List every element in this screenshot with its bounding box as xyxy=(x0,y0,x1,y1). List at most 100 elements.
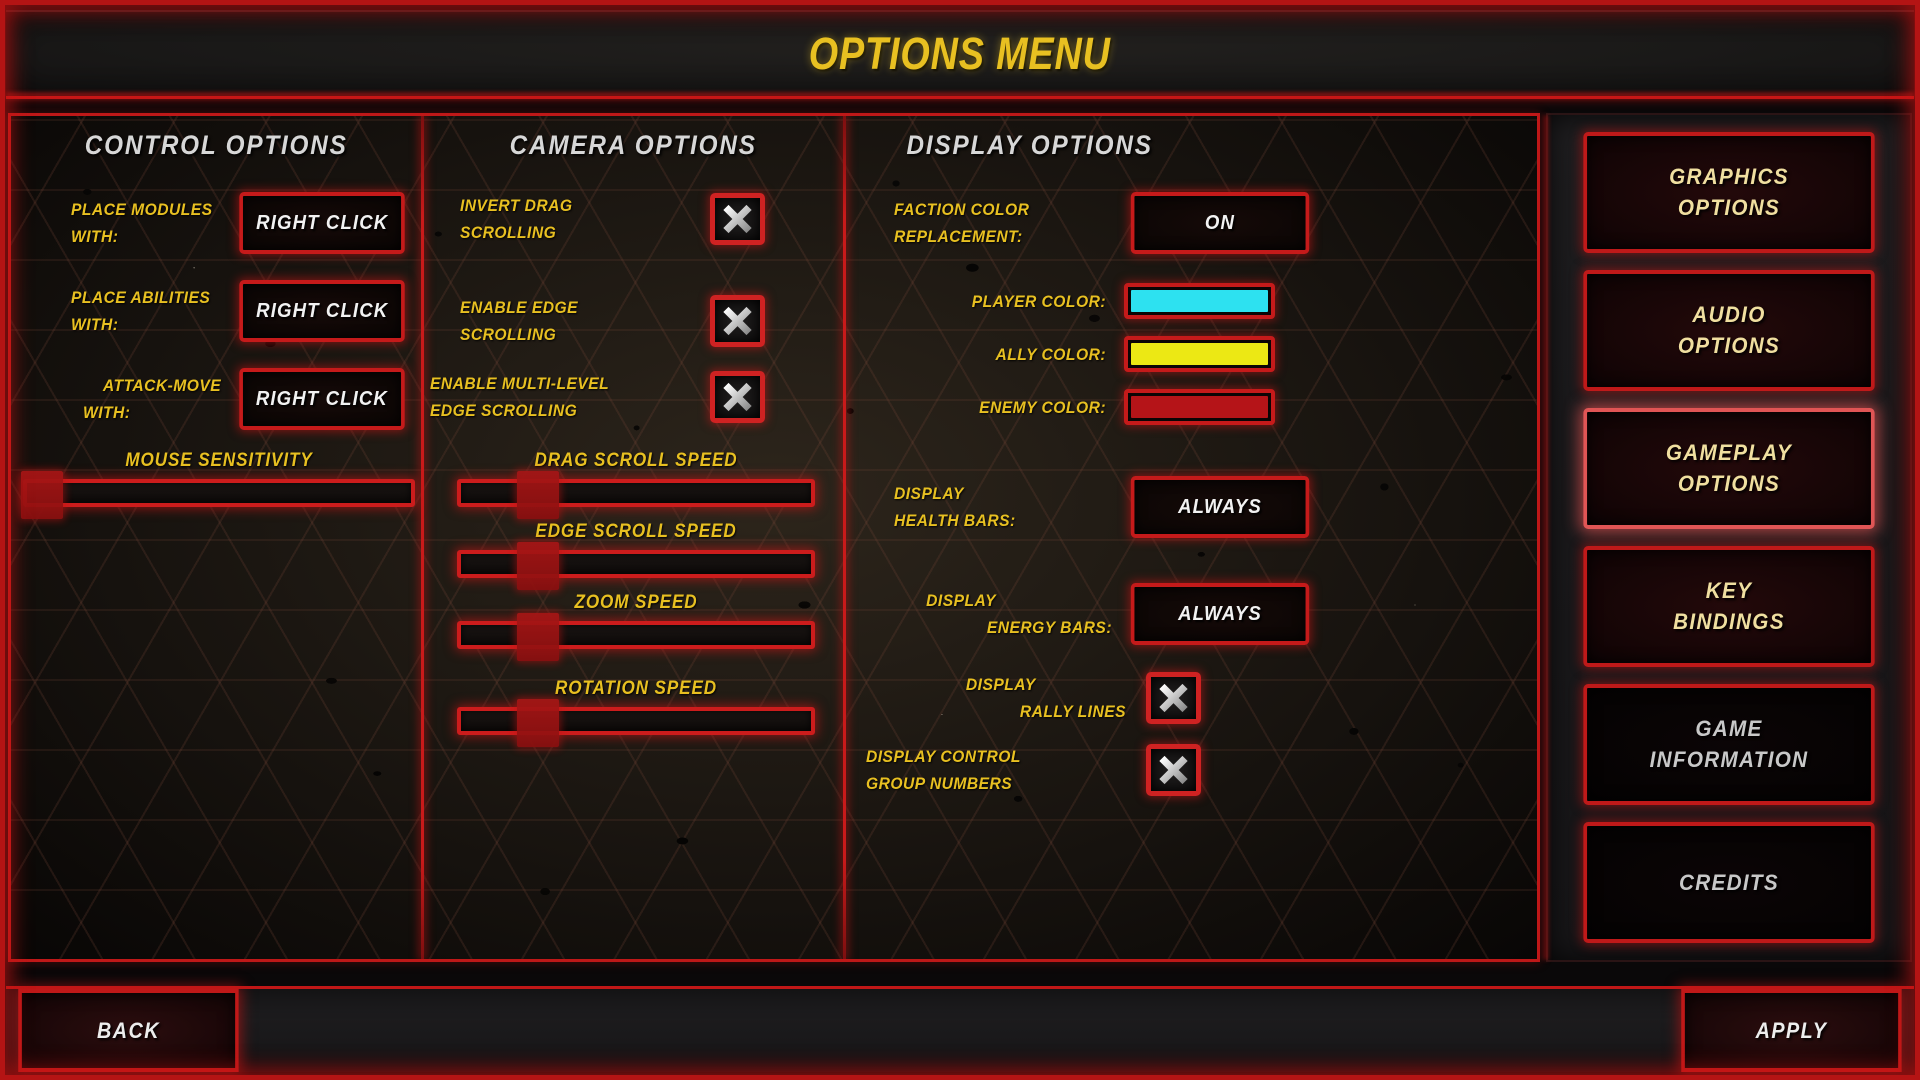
invert-drag-scrolling-row: INVERT DRAG SCROLLING xyxy=(460,192,806,246)
attack-move-label-line1: ATTACK-MOVE xyxy=(102,376,222,395)
ally-color-swatch-button[interactable] xyxy=(1123,336,1275,372)
edge-scroll-speed-slider-block: EDGE SCROLL SPEED xyxy=(457,521,816,590)
display-health-bars-label-line1: DISPLAY xyxy=(893,484,964,503)
control-options-header: CONTROL OPTIONS xyxy=(84,130,348,160)
attack-move-row: ATTACK-MOVE WITH: RIGHT CLICK xyxy=(71,368,411,430)
rotation-speed-label: ROTATION SPEED xyxy=(555,678,718,699)
display-rally-lines-label-line2: RALLY LINES xyxy=(1019,702,1126,721)
faction-color-replacement-value-button[interactable]: ON xyxy=(1130,192,1309,254)
sidebar-item-label-line1: KEY xyxy=(1705,578,1753,603)
ally-color-row: ALLY COLOR: xyxy=(894,336,1344,372)
sidebar-item-label-line2: BINDINGS xyxy=(1673,609,1785,634)
faction-color-replacement-label-line1: FACTION COLOR xyxy=(893,200,1030,219)
enemy-color-swatch-button[interactable] xyxy=(1123,389,1275,425)
options-content-panel: CONTROL OPTIONS PLACE MODULES WITH: RIGH… xyxy=(8,113,1540,962)
back-button[interactable]: BACK xyxy=(18,989,239,1072)
display-health-bars-row: DISPLAY HEALTH BARS: ALWAYS xyxy=(894,476,1344,538)
control-options-column: CONTROL OPTIONS PLACE MODULES WITH: RIGH… xyxy=(11,116,421,959)
place-modules-label-line2: WITH: xyxy=(71,227,119,246)
edge-scroll-speed-label: EDGE SCROLL SPEED xyxy=(535,521,737,542)
rotation-speed-slider-track[interactable] xyxy=(457,699,816,747)
x-mark-icon xyxy=(1159,755,1188,785)
options-menu-screen: OPTIONS MENU CONTROL OPTIONS PLACE MODUL… xyxy=(0,0,1920,1080)
drag-scroll-speed-slider-handle[interactable] xyxy=(517,471,560,519)
invert-drag-scrolling-label-line1: INVERT DRAG xyxy=(460,196,573,215)
sidebar-item-graphics-options[interactable]: GRAPHICS OPTIONS xyxy=(1583,132,1875,253)
edge-scroll-speed-slider-track[interactable] xyxy=(457,542,816,590)
enable-edge-scrolling-label-line1: ENABLE EDGE xyxy=(460,298,579,317)
enable-multilevel-edge-scrolling-label-line2: EDGE SCROLLING xyxy=(430,401,578,420)
x-mark-icon xyxy=(723,382,753,412)
zoom-speed-label: ZOOM SPEED xyxy=(574,592,698,613)
invert-drag-scrolling-checkbox[interactable] xyxy=(710,193,766,245)
player-color-row: PLAYER COLOR: xyxy=(894,283,1344,319)
display-health-bars-value-button[interactable]: ALWAYS xyxy=(1130,476,1309,538)
options-category-sidebar: GRAPHICS OPTIONS AUDIO OPTIONS GAMEPLAY … xyxy=(1546,113,1912,962)
display-rally-lines-label-line1: DISPLAY xyxy=(965,675,1036,694)
mouse-sensitivity-slider-track[interactable] xyxy=(21,471,415,519)
sidebar-item-label-line1: GAMEPLAY xyxy=(1665,440,1793,465)
ally-color-swatch xyxy=(1130,343,1268,365)
invert-drag-scrolling-label-line2: SCROLLING xyxy=(460,223,557,242)
enemy-color-swatch xyxy=(1130,396,1268,418)
sidebar-item-label-line2: OPTIONS xyxy=(1677,471,1781,496)
display-energy-bars-row: DISPLAY ENERGY BARS: ALWAYS xyxy=(894,583,1344,645)
display-energy-bars-value-button[interactable]: ALWAYS xyxy=(1130,583,1309,645)
apply-button[interactable]: APPLY xyxy=(1681,989,1902,1072)
title-bar: OPTIONS MENU xyxy=(6,10,1914,99)
page-title: OPTIONS MENU xyxy=(808,28,1112,79)
enable-edge-scrolling-checkbox[interactable] xyxy=(710,295,766,347)
sidebar-item-credits[interactable]: CREDITS xyxy=(1583,822,1875,943)
attack-move-label-line2: WITH: xyxy=(83,403,131,422)
sidebar-item-label-line2: OPTIONS xyxy=(1677,195,1781,220)
place-abilities-row: PLACE ABILITIES WITH: RIGHT CLICK xyxy=(71,280,411,342)
sidebar-item-key-bindings[interactable]: KEY BINDINGS xyxy=(1583,546,1875,667)
player-color-swatch-button[interactable] xyxy=(1123,283,1275,319)
enable-multilevel-edge-scrolling-checkbox[interactable] xyxy=(710,371,766,423)
x-mark-icon xyxy=(1159,683,1188,713)
sidebar-item-label-line1: GRAPHICS xyxy=(1669,164,1789,189)
ally-color-label: ALLY COLOR: xyxy=(995,344,1106,364)
display-control-group-numbers-checkbox[interactable] xyxy=(1145,744,1201,796)
place-modules-row: PLACE MODULES WITH: RIGHT CLICK xyxy=(71,192,411,254)
place-modules-value-button[interactable]: RIGHT CLICK xyxy=(238,192,405,254)
faction-color-replacement-label-line2: REPLACEMENT: xyxy=(893,227,1023,246)
sidebar-item-gameplay-options[interactable]: GAMEPLAY OPTIONS xyxy=(1583,408,1875,529)
enable-edge-scrolling-label-line2: SCROLLING xyxy=(460,325,557,344)
drag-scroll-speed-slider-block: DRAG SCROLL SPEED xyxy=(457,450,816,519)
place-abilities-label-line1: PLACE ABILITIES xyxy=(71,288,211,307)
rotation-speed-slider-handle[interactable] xyxy=(517,699,560,747)
bottom-action-bar: BACK APPLY xyxy=(6,986,1914,1072)
camera-options-column: CAMERA OPTIONS INVERT DRAG SCROLLING ENA… xyxy=(424,116,842,959)
enable-edge-scrolling-row: ENABLE EDGE SCROLLING xyxy=(460,294,806,348)
display-options-header: DISPLAY OPTIONS xyxy=(906,130,1153,160)
display-energy-bars-label-line1: DISPLAY xyxy=(925,591,996,610)
mouse-sensitivity-slider-handle[interactable] xyxy=(21,471,64,519)
drag-scroll-speed-label: DRAG SCROLL SPEED xyxy=(534,450,738,471)
sidebar-item-game-information[interactable]: GAME INFORMATION xyxy=(1583,684,1875,805)
mouse-sensitivity-slider-block: MOUSE SENSITIVITY xyxy=(21,450,415,519)
sidebar-item-audio-options[interactable]: AUDIO OPTIONS xyxy=(1583,270,1875,391)
sidebar-item-label-line1: GAME xyxy=(1695,716,1763,741)
drag-scroll-speed-slider-track[interactable] xyxy=(457,471,816,519)
enable-multilevel-edge-scrolling-row: ENABLE MULTI-LEVEL EDGE SCROLLING xyxy=(430,370,806,424)
display-control-group-numbers-label-line2: GROUP NUMBERS xyxy=(865,774,1012,793)
player-color-label: PLAYER COLOR: xyxy=(971,291,1106,311)
edge-scroll-speed-slider-handle[interactable] xyxy=(517,542,560,590)
display-energy-bars-label-line2: ENERGY BARS: xyxy=(986,618,1112,637)
mouse-sensitivity-label: MOUSE SENSITIVITY xyxy=(125,450,313,471)
place-modules-label-line1: PLACE MODULES xyxy=(71,200,213,219)
enemy-color-row: ENEMY COLOR: xyxy=(894,389,1344,425)
display-rally-lines-checkbox[interactable] xyxy=(1145,672,1201,724)
display-rally-lines-row: DISPLAY RALLY LINES xyxy=(894,671,1294,725)
x-mark-icon xyxy=(723,204,753,234)
display-options-column: DISPLAY OPTIONS FACTION COLOR REPLACEMEN… xyxy=(846,116,1537,959)
zoom-speed-slider-handle[interactable] xyxy=(517,613,560,661)
place-abilities-label-line2: WITH: xyxy=(71,315,119,334)
rotation-speed-slider-block: ROTATION SPEED xyxy=(457,678,816,747)
sidebar-item-label-line1: AUDIO xyxy=(1692,302,1766,327)
attack-move-value-button[interactable]: RIGHT CLICK xyxy=(239,368,405,430)
player-color-swatch xyxy=(1130,290,1268,312)
zoom-speed-slider-track[interactable] xyxy=(457,613,816,661)
place-abilities-value-button[interactable]: RIGHT CLICK xyxy=(238,280,405,342)
